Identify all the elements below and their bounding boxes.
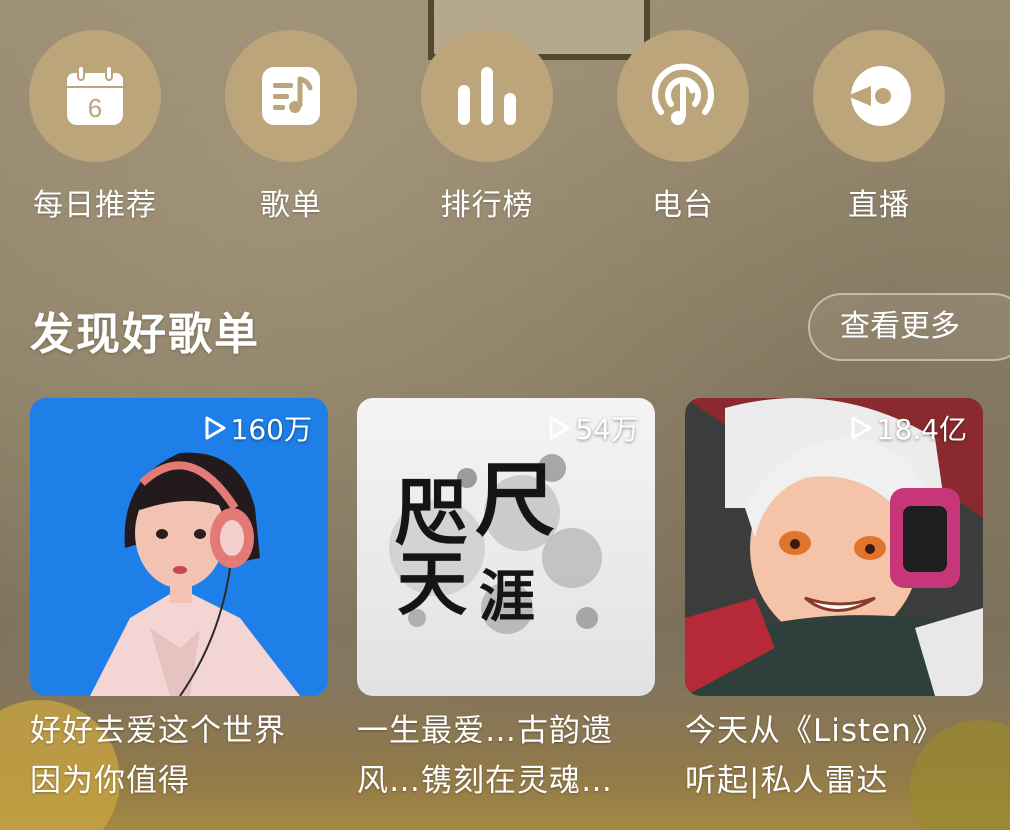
cover-calligraphy-text: 涯 — [479, 564, 535, 630]
nav-circle[interactable] — [225, 30, 357, 162]
play-count-value: 18.4亿 — [876, 413, 967, 446]
playlist-title-line: 风…镌刻在灵魂… — [357, 763, 613, 799]
nav-circle[interactable] — [813, 30, 945, 162]
chart-bars-icon — [458, 67, 516, 125]
playlist-title-line: 一生最爱…古韵遗 — [357, 713, 613, 749]
play-icon — [549, 416, 570, 440]
playlist-cover[interactable]: 18.4亿 — [685, 398, 983, 696]
nav-radio[interactable]: 电台 — [593, 30, 773, 230]
nav-label: 电台 — [652, 188, 714, 223]
live-icon — [847, 66, 911, 126]
play-count-value: 54万 — [575, 413, 639, 446]
playlist-cover[interactable]: 咫 尺 天 涯 54万 — [357, 398, 655, 696]
calendar-icon: 6 — [67, 65, 123, 125]
play-icon — [205, 416, 226, 440]
playlist-title[interactable]: 一生最爱…古韵遗 风…镌刻在灵魂… — [357, 706, 655, 806]
nav-label: 歌单 — [260, 188, 322, 223]
playlist-title-line: 听起|私人雷达 — [685, 763, 889, 799]
nav-daily-recommend[interactable]: 6 每日推荐 — [5, 30, 185, 230]
play-count: 160万 — [203, 408, 312, 448]
cover-calligraphy-text: 天 — [397, 542, 467, 625]
playlist-icon — [262, 67, 320, 125]
playlist-title[interactable]: 好好去爱这个世界 因为你值得 — [30, 706, 328, 806]
cover-calligraphy-text: 尺 — [475, 453, 555, 547]
radio-podcast-icon — [652, 63, 714, 125]
playlist-title[interactable]: 今天从《Listen》 听起|私人雷达 — [685, 706, 983, 806]
quick-nav: 6 每日推荐 歌单 排行榜 电台 直播 — [0, 30, 1010, 230]
nav-live[interactable]: 直播 — [789, 30, 969, 230]
play-count: 54万 — [547, 408, 639, 448]
view-more-button[interactable]: 查看更多 — [808, 293, 1010, 361]
play-icon — [851, 416, 872, 440]
nav-playlist[interactable]: 歌单 — [201, 30, 381, 230]
playlist-cover[interactable]: 160万 — [30, 398, 328, 696]
playlist-title-line: 好好去爱这个世界 — [30, 713, 286, 749]
playlist-card[interactable]: 咫 尺 天 涯 54万 一生最爱…古韵遗 风…镌刻在灵魂… — [357, 398, 655, 806]
nav-label: 每日推荐 — [33, 188, 157, 223]
play-count: 18.4亿 — [849, 408, 967, 448]
nav-circle[interactable]: 6 — [29, 30, 161, 162]
playlist-card[interactable]: 18.4亿 今天从《Listen》 听起|私人雷达 — [685, 398, 983, 806]
playlist-card[interactable]: 160万 好好去爱这个世界 因为你值得 — [30, 398, 328, 806]
nav-charts[interactable]: 排行榜 — [397, 30, 577, 230]
play-count-value: 160万 — [230, 413, 312, 446]
calendar-day: 6 — [88, 93, 102, 123]
nav-label: 直播 — [848, 188, 910, 223]
section-title: 发现好歌单 — [30, 309, 260, 360]
nav-circle[interactable] — [617, 30, 749, 162]
nav-label: 排行榜 — [440, 188, 534, 223]
nav-circle[interactable] — [421, 30, 553, 162]
playlist-title-line: 今天从《Listen》 — [685, 713, 944, 749]
playlist-title-line: 因为你值得 — [30, 763, 190, 799]
